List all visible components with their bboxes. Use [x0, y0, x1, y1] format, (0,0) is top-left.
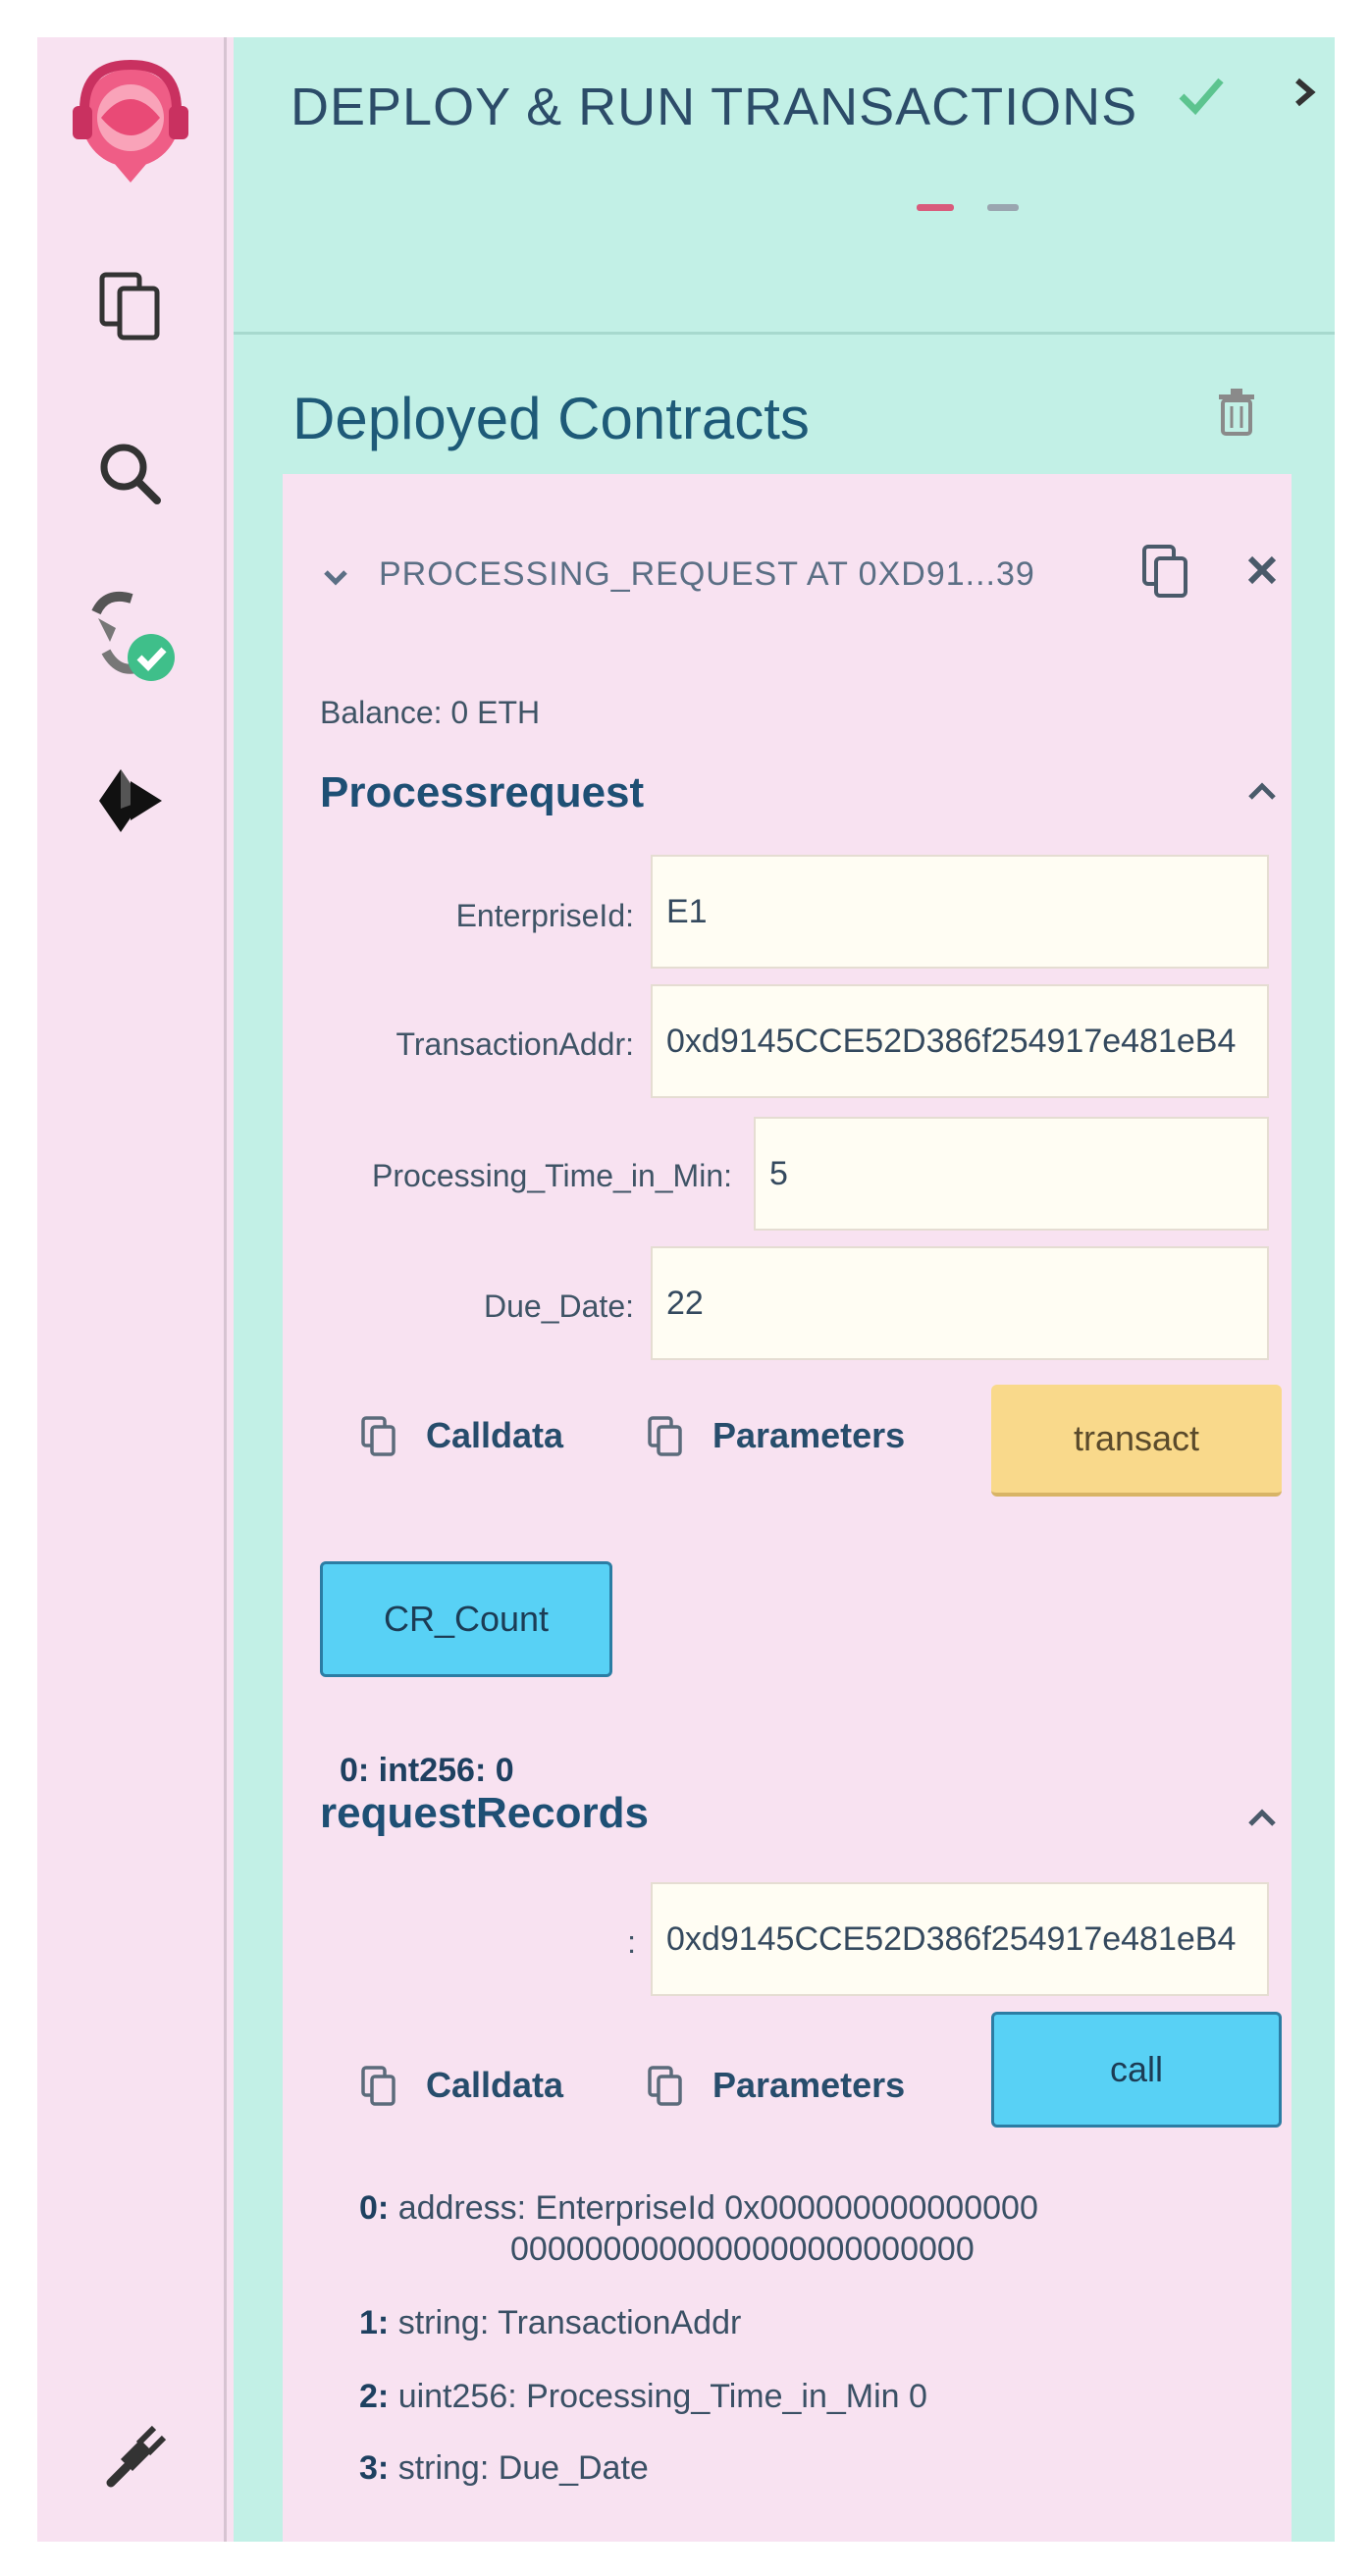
output-row: 2: uint256: Processing_Time_in_Min 0 — [359, 2378, 927, 2416]
copy-address-icon[interactable] — [1138, 543, 1193, 606]
remix-ide-window: DEPLOY & RUN TRANSACTIONS Deployed Contr… — [37, 37, 1335, 2542]
output-value: string: Due_Date — [397, 2449, 649, 2487]
request-records-calldata-button[interactable]: Calldata — [359, 2064, 563, 2107]
side-panel: DEPLOY & RUN TRANSACTIONS Deployed Contr… — [234, 37, 1335, 2542]
output-row: 1: string: TransactionAddr — [359, 2304, 741, 2342]
transaction-addr-label: TransactionAddr: — [395, 1026, 634, 1062]
deploy-run-icon[interactable] — [37, 762, 224, 840]
remix-logo-icon[interactable] — [37, 51, 224, 198]
transaction-addr-input[interactable]: 0xd9145CCE52D386f254917e481eB4 — [651, 984, 1269, 1098]
output-row-continuation: 0000000000000000000000000 — [510, 2231, 975, 2268]
copy-icon — [648, 2066, 682, 2106]
processrequest-title: Processrequest — [320, 768, 645, 816]
check-icon — [1174, 69, 1227, 127]
due-date-input[interactable]: 22 — [651, 1246, 1269, 1360]
copy-icon — [648, 1416, 682, 1456]
parameters-label: Parameters — [712, 2065, 906, 2105]
transact-button[interactable]: transact — [991, 1385, 1282, 1497]
compiler-icon[interactable] — [37, 583, 224, 691]
calldata-label: Calldata — [426, 1415, 564, 1455]
request-records-parameters-button[interactable]: Parameters — [646, 2064, 905, 2107]
plugin-manager-icon[interactable] — [37, 2422, 224, 2500]
parameters-label: Parameters — [712, 1415, 906, 1455]
collapsed-indicator-icon — [917, 198, 1034, 223]
icon-rail — [37, 37, 227, 2542]
trash-icon[interactable] — [1215, 387, 1258, 443]
file-explorer-icon[interactable] — [37, 265, 224, 343]
processing-time-label: Processing_Time_in_Min: — [372, 1158, 732, 1193]
contract-address-label[interactable]: PROCESSING_REQUEST AT 0XD91...39 — [379, 555, 1035, 594]
panel-header: DEPLOY & RUN TRANSACTIONS — [234, 37, 1335, 335]
close-icon[interactable] — [1244, 552, 1280, 593]
enterprise-id-input[interactable]: E1 — [651, 855, 1269, 969]
output-value: address: EnterpriseId 0x000000000000000 — [397, 2189, 1038, 2227]
processrequest-calldata-button[interactable]: Calldata — [359, 1414, 563, 1457]
chevron-right-icon[interactable] — [1290, 73, 1319, 117]
calldata-label: Calldata — [426, 2065, 564, 2105]
output-key: 1: — [359, 2304, 390, 2341]
request-records-input[interactable]: 0xd9145CCE52D386f254917e481eB4 — [651, 1882, 1269, 1996]
copy-icon — [361, 1416, 395, 1456]
output-value: uint256: Processing_Time_in_Min 0 — [397, 2378, 927, 2415]
call-button[interactable]: call — [991, 2012, 1282, 2128]
chevron-up-icon[interactable] — [1244, 778, 1280, 811]
output-key: 0: — [359, 2189, 390, 2227]
copy-icon — [361, 2066, 395, 2106]
request-records-input-label: : — [627, 1924, 636, 1960]
due-date-label: Due_Date: — [484, 1288, 634, 1324]
processing-time-input[interactable]: 5 — [754, 1117, 1269, 1231]
output-value: string: TransactionAddr — [397, 2304, 742, 2341]
panel-title: DEPLOY & RUN TRANSACTIONS — [290, 78, 1138, 136]
deployed-contract-card: PROCESSING_REQUEST AT 0XD91...39 Balance… — [283, 474, 1292, 2542]
search-icon[interactable] — [37, 440, 224, 508]
cr-count-result: 0: int256: 0 — [340, 1752, 514, 1790]
enterprise-id-label: EnterpriseId: — [455, 898, 634, 933]
output-key: 2: — [359, 2378, 390, 2415]
request-records-title: requestRecords — [320, 1789, 650, 1837]
cr-count-result-text: 0: int256: 0 — [340, 1752, 514, 1789]
balance-text: Balance: 0 ETH — [320, 695, 541, 730]
cr-count-button[interactable]: CR_Count — [320, 1561, 612, 1677]
output-row: 3: string: Due_Date — [359, 2449, 649, 2488]
processrequest-parameters-button[interactable]: Parameters — [646, 1414, 905, 1457]
output-row: 0: address: EnterpriseId 0x0000000000000… — [359, 2189, 1038, 2228]
deployed-contracts-title: Deployed Contracts — [292, 386, 810, 451]
chevron-down-icon[interactable] — [320, 564, 351, 597]
chevron-up-icon[interactable] — [1244, 1805, 1280, 1837]
output-key: 3: — [359, 2449, 390, 2487]
